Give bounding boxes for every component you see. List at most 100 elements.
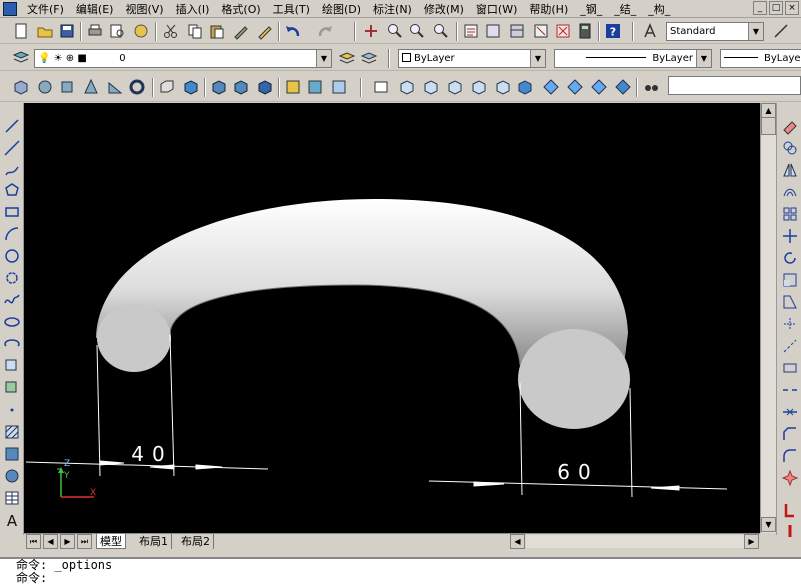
command-prompt-line[interactable]: 命令: bbox=[16, 572, 801, 585]
scale-icon[interactable] bbox=[781, 271, 799, 289]
insert-block-icon[interactable] bbox=[3, 357, 21, 375]
menu-draw[interactable]: 绘图(D) bbox=[316, 1, 367, 17]
save-icon[interactable] bbox=[58, 22, 76, 40]
menu-modify[interactable]: 修改(M) bbox=[418, 1, 470, 17]
spline-icon[interactable] bbox=[3, 291, 21, 309]
right-end-face[interactable] bbox=[518, 329, 630, 429]
ellipse-arc-icon[interactable] bbox=[3, 335, 21, 353]
offset-icon[interactable] bbox=[781, 183, 799, 201]
chevron-down-icon[interactable]: ▼ bbox=[316, 50, 331, 67]
join-icon[interactable] bbox=[781, 403, 799, 421]
half-torus-solid[interactable] bbox=[96, 199, 630, 429]
zoom-realtime-icon[interactable] bbox=[386, 22, 404, 40]
menu-frame[interactable]: _构_ bbox=[642, 1, 676, 17]
command-window[interactable]: 命令: _options 命令: bbox=[0, 557, 801, 585]
sheet-set-icon[interactable] bbox=[532, 22, 550, 40]
make-block-icon[interactable] bbox=[3, 379, 21, 397]
line-icon[interactable] bbox=[3, 117, 21, 135]
table-icon[interactable] bbox=[3, 489, 21, 507]
explode-icon[interactable] bbox=[781, 469, 799, 487]
scroll-up-arrow-icon[interactable]: ▲ bbox=[761, 103, 776, 118]
sw-iso-icon[interactable] bbox=[542, 78, 560, 96]
torus-icon[interactable] bbox=[128, 78, 146, 96]
circle-icon[interactable] bbox=[3, 247, 21, 265]
tab-first-icon[interactable]: ⏮ bbox=[26, 534, 41, 549]
union-icon[interactable] bbox=[210, 78, 228, 96]
move-icon[interactable] bbox=[781, 227, 799, 245]
help-icon[interactable]: ? bbox=[604, 22, 622, 40]
close-button[interactable]: × bbox=[785, 1, 799, 15]
copy-icon[interactable] bbox=[186, 22, 204, 40]
intersect-icon[interactable] bbox=[256, 78, 274, 96]
minimize-button[interactable]: _ bbox=[753, 1, 767, 15]
make-current-layer-icon[interactable] bbox=[338, 49, 356, 67]
zoom-window-icon[interactable] bbox=[408, 22, 426, 40]
menu-edit[interactable]: 编辑(E) bbox=[70, 1, 120, 17]
block-editor-icon[interactable] bbox=[256, 22, 274, 40]
se-iso-icon[interactable] bbox=[566, 78, 584, 96]
print-preview-icon[interactable] bbox=[108, 22, 126, 40]
pan-icon[interactable] bbox=[362, 22, 380, 40]
interfere-icon[interactable] bbox=[330, 78, 348, 96]
text-style-icon[interactable] bbox=[642, 22, 660, 40]
break-at-point-icon[interactable] bbox=[781, 359, 799, 377]
menu-view[interactable]: 视图(V) bbox=[119, 1, 169, 17]
tab-model[interactable]: 模型 bbox=[96, 534, 126, 549]
linetype-select[interactable]: ByLayer ▼ bbox=[554, 49, 712, 68]
design-center-icon[interactable] bbox=[484, 22, 502, 40]
arc-icon[interactable] bbox=[3, 225, 21, 243]
ne-iso-icon[interactable] bbox=[590, 78, 608, 96]
point-icon[interactable] bbox=[3, 401, 21, 419]
sphere-icon[interactable] bbox=[36, 78, 54, 96]
extend-icon[interactable] bbox=[781, 337, 799, 355]
calculator-icon[interactable] bbox=[576, 22, 594, 40]
tool-palettes-icon[interactable] bbox=[508, 22, 526, 40]
menu-window[interactable]: 窗口(W) bbox=[470, 1, 523, 17]
model-space-canvas[interactable]: 40 60 Z X Y bbox=[24, 103, 760, 533]
markup-icon[interactable] bbox=[554, 22, 572, 40]
scroll-down-arrow-icon[interactable]: ▼ bbox=[761, 517, 776, 532]
tab-prev-icon[interactable]: ◀ bbox=[43, 534, 58, 549]
wedge-icon[interactable] bbox=[106, 78, 124, 96]
tab-layout2[interactable]: 布局2 bbox=[178, 534, 214, 549]
camera-icon[interactable] bbox=[642, 78, 660, 96]
hscroll-left-arrow-icon[interactable]: ◀ bbox=[510, 534, 525, 549]
trim-icon[interactable] bbox=[781, 315, 799, 333]
slice-icon[interactable] bbox=[284, 78, 302, 96]
cut-icon[interactable] bbox=[162, 22, 180, 40]
ellipse-icon[interactable] bbox=[3, 313, 21, 331]
publish-icon[interactable] bbox=[132, 22, 150, 40]
back-view-icon[interactable] bbox=[516, 78, 534, 96]
revision-cloud-icon[interactable] bbox=[3, 269, 21, 287]
extrude-icon[interactable] bbox=[158, 78, 176, 96]
vertical-scrollbar[interactable]: ▲ ▼ bbox=[760, 103, 776, 533]
layer-previous-icon[interactable] bbox=[360, 49, 378, 67]
menu-file[interactable]: 文件(F) bbox=[21, 1, 70, 17]
layer-select[interactable]: 💡 ☀ ⊕ ■ 0 ▼ bbox=[34, 49, 332, 68]
match-properties-icon[interactable] bbox=[232, 22, 250, 40]
fillet-icon[interactable] bbox=[781, 447, 799, 465]
menu-insert[interactable]: 插入(I) bbox=[170, 1, 216, 17]
menu-format[interactable]: 格式(O) bbox=[215, 1, 266, 17]
print-icon[interactable] bbox=[86, 22, 104, 40]
rectangle-icon[interactable] bbox=[3, 203, 21, 221]
bar-red-icon[interactable] bbox=[781, 523, 799, 541]
scroll-thumb[interactable] bbox=[761, 117, 776, 135]
gradient-icon[interactable] bbox=[3, 445, 21, 463]
right-view-icon[interactable] bbox=[470, 78, 488, 96]
open-folder-icon[interactable] bbox=[36, 22, 54, 40]
menu-steel[interactable]: _钢_ bbox=[574, 1, 608, 17]
top-view-icon[interactable] bbox=[398, 78, 416, 96]
redo-icon[interactable] bbox=[316, 22, 334, 40]
polyline-icon[interactable] bbox=[3, 161, 21, 179]
nw-iso-icon[interactable] bbox=[614, 78, 632, 96]
front-view-icon[interactable] bbox=[494, 78, 512, 96]
named-views-icon[interactable] bbox=[372, 78, 390, 96]
construction-line-icon[interactable] bbox=[3, 139, 21, 157]
lineweight-select[interactable]: ByLayer bbox=[720, 49, 801, 68]
multiline-text-icon[interactable]: A bbox=[3, 511, 21, 529]
left-end-face[interactable] bbox=[97, 304, 171, 372]
chamfer-icon[interactable] bbox=[781, 425, 799, 443]
stretch-icon[interactable] bbox=[781, 293, 799, 311]
section-icon[interactable] bbox=[306, 78, 324, 96]
